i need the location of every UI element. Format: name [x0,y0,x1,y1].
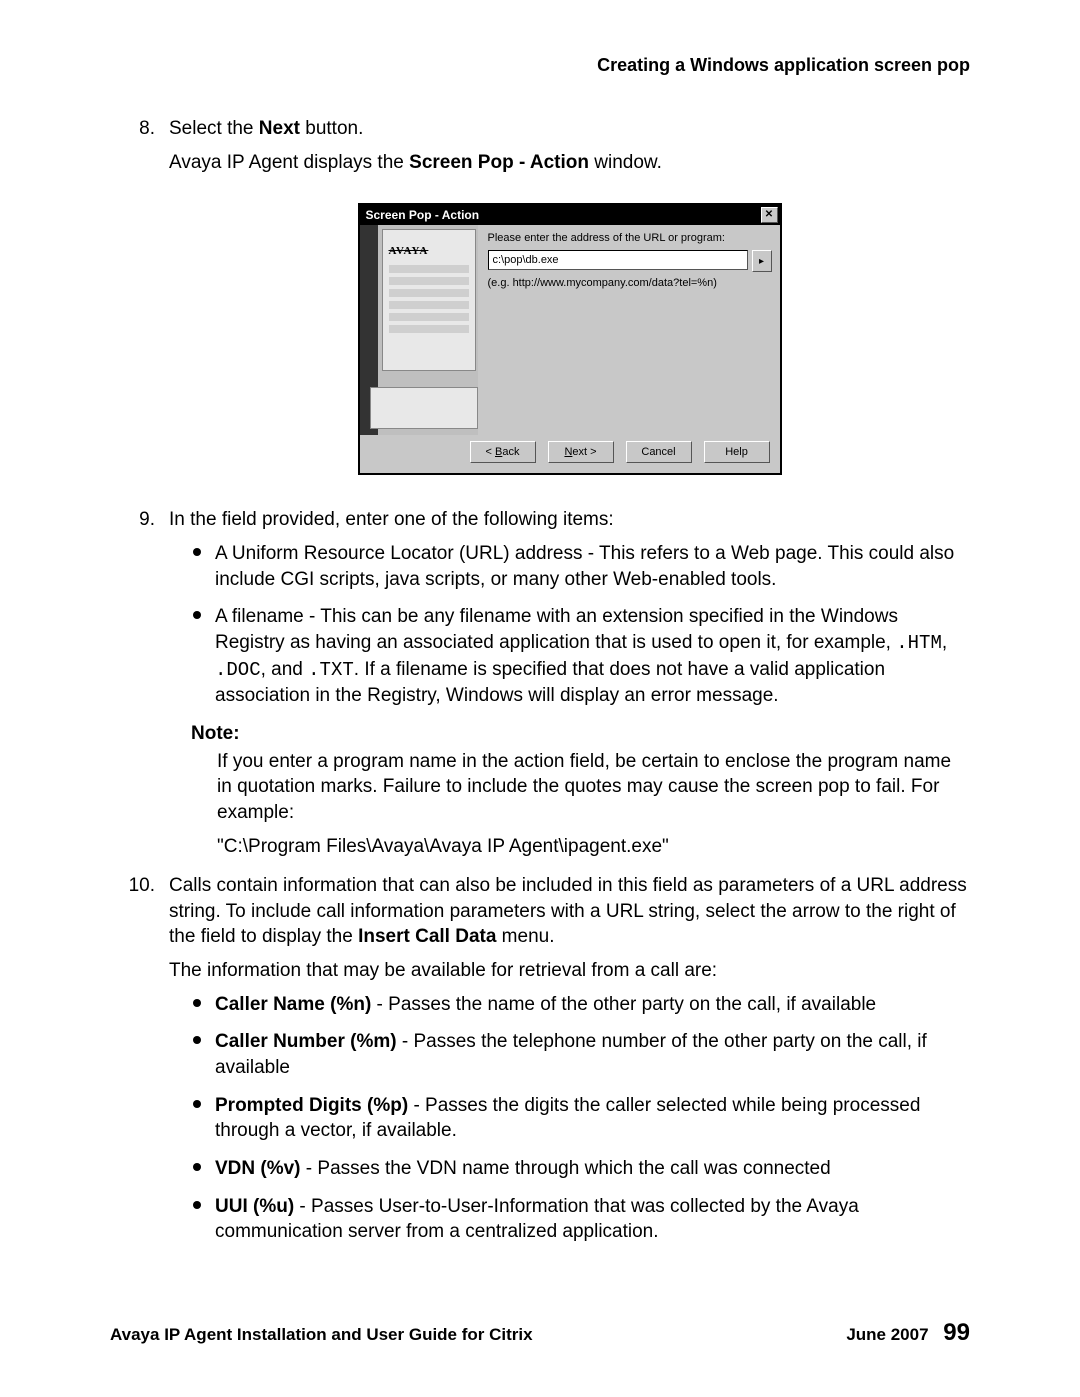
note-text: If you enter a program name in the actio… [217,749,970,826]
text: Select the [169,118,259,139]
footer-page-number: 99 [943,1319,970,1346]
list-item: VDN (%v) - Passes the VDN name through w… [191,1156,970,1182]
page-header: Creating a Windows application screen po… [110,55,970,76]
note-example-path: "C:\Program Files\Avaya\Avaya IP Agent\i… [217,834,970,860]
text: A filename - This can be any filename wi… [215,606,898,653]
text: - Passes the VDN name through which the … [301,1158,831,1179]
step9-intro: In the field provided, enter one of the … [169,507,970,533]
text: window. [589,152,662,173]
bold-text: Next [259,118,300,139]
step-number: 10. [110,873,169,1257]
list-item: Caller Number (%m) - Passes the telephon… [191,1029,970,1080]
insert-call-data-arrow-button[interactable]: ▸ [752,250,772,272]
bold-text: UUI (%u) [215,1196,294,1217]
dialog-titlebar: Screen Pop - Action ✕ [360,205,780,225]
bold-text: Caller Number (%m) [215,1031,397,1052]
dialog-example-text: (e.g. http://www.mycompany.com/data?tel=… [488,276,772,291]
list-item: Caller Name (%n) - Passes the name of th… [191,992,970,1018]
help-button[interactable]: Help [704,441,770,463]
text: - Passes User-to-User-Information that w… [215,1196,859,1243]
list-item: A filename - This can be any filename wi… [191,604,970,709]
text: , and [261,659,309,680]
bold-text: VDN (%v) [215,1158,301,1179]
bold-text: Insert Call Data [358,926,496,947]
step-number: 9. [110,507,169,869]
footer-doc-title: Avaya IP Agent Installation and User Gui… [110,1325,533,1345]
text: Avaya IP Agent displays the [169,152,409,173]
text: Calls contain information that can also … [169,875,967,947]
text: menu. [496,926,554,947]
code-text: .TXT [308,659,354,681]
page-body: 8. Select the Next button. Avaya IP Agen… [110,116,970,1257]
step-number: 8. [110,116,169,503]
footer-date: June 2007 [846,1325,928,1344]
text: - Passes the name of the other party on … [371,994,876,1015]
screen-pop-action-dialog: Screen Pop - Action ✕ AVAYA [358,203,782,475]
code-text: .DOC [215,659,261,681]
url-program-input[interactable] [488,250,748,270]
step10-p2: The information that may be available fo… [169,958,970,984]
text: button. [300,118,363,139]
brand-logo: AVAYA [383,230,475,261]
list-item: UUI (%u) - Passes User-to-User-Informati… [191,1194,970,1245]
cancel-button[interactable]: Cancel [626,441,692,463]
text: , [942,632,947,653]
step8-line1: Select the Next button. [169,116,970,142]
next-button[interactable]: Next > [548,441,614,463]
code-text: .HTM [896,632,942,654]
step10-p1: Calls contain information that can also … [169,873,970,950]
back-button[interactable]: < Back [470,441,536,463]
note-label: Note: [191,721,970,747]
bold-text: Prompted Digits (%p) [215,1095,408,1116]
dialog-prompt-label: Please enter the address of the URL or p… [488,231,772,246]
dialog-figure: Screen Pop - Action ✕ AVAYA [169,203,970,475]
bold-text: Screen Pop - Action [409,152,589,173]
dialog-title: Screen Pop - Action [366,207,480,223]
note-block: Note: If you enter a program name in the… [191,721,970,859]
list-item: A Uniform Resource Locator (URL) address… [191,541,970,592]
page-footer: Avaya IP Agent Installation and User Gui… [110,1319,970,1347]
bold-text: Caller Name (%n) [215,994,371,1015]
step8-line2: Avaya IP Agent displays the Screen Pop -… [169,150,970,176]
dialog-sidebar-graphic: AVAYA [360,225,478,435]
list-item: Prompted Digits (%p) - Passes the digits… [191,1093,970,1144]
close-icon[interactable]: ✕ [761,207,778,223]
